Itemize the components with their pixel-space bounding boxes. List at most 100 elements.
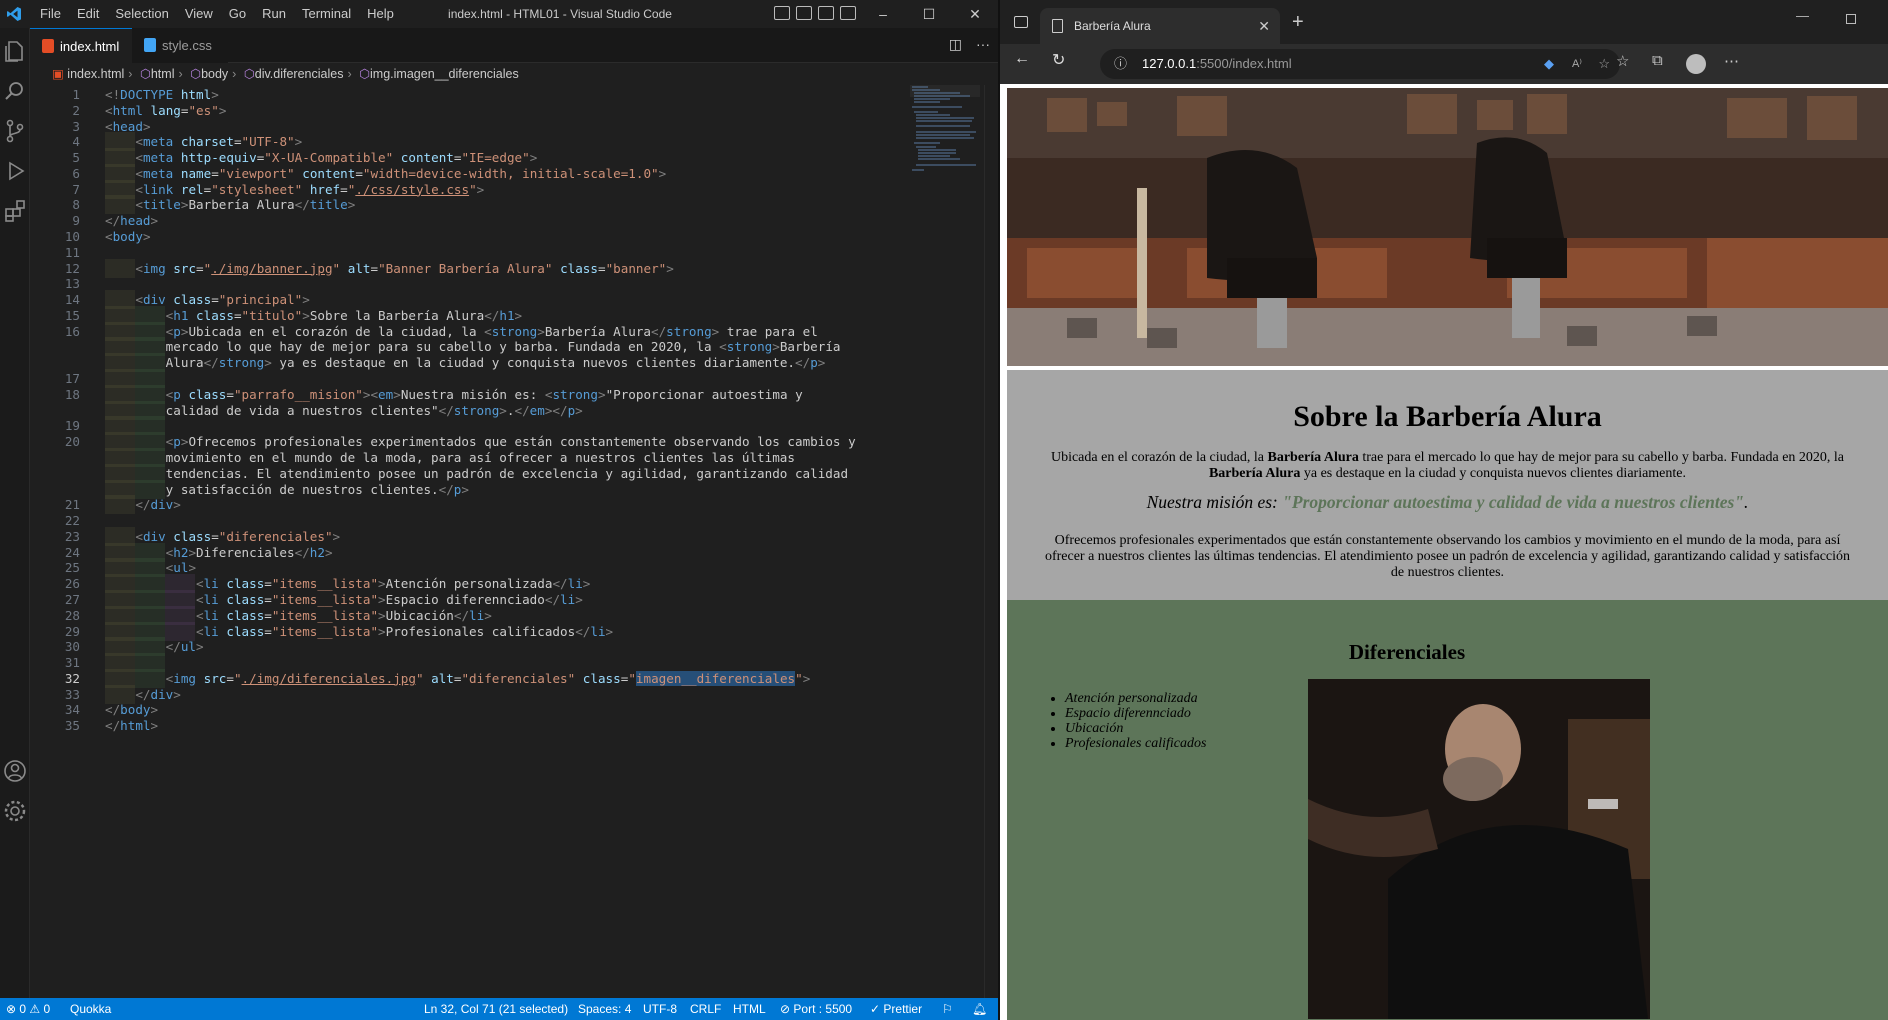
extensions-icon[interactable] [2, 198, 28, 224]
notifications-bell-icon[interactable]: 🔔︎ [972, 998, 987, 1020]
mission-paragraph: Nuestra misión es: "Proporcionar autoest… [1027, 492, 1868, 513]
breadcrumb-item[interactable]: img.imagen__diferenciales [370, 67, 519, 81]
browser-minimize-icon[interactable]: — [1796, 8, 1809, 23]
editor-scrollbar[interactable] [984, 85, 998, 1000]
list-item: Profesionales calificados [1065, 736, 1206, 751]
editor-tabs: index.html ✕ style.css ◫ ··· [30, 28, 998, 89]
diferenciales-image [1308, 679, 1650, 1019]
url-host: 127.0.0.1 [1142, 56, 1197, 71]
editor-actions: ◫ ··· [949, 36, 990, 53]
info-icon[interactable]: ⓘ [1114, 49, 1127, 79]
quokka-status[interactable]: Quokka [70, 998, 111, 1020]
activity-bar [0, 28, 30, 1000]
browser-window: Barbería Alura ✕ + — ← ↻ ⓘ 127.0.0.1:550… [1000, 0, 1888, 1020]
reload-icon[interactable]: ↻ [1052, 50, 1065, 70]
more-actions-icon[interactable]: ··· [976, 36, 990, 53]
code-text[interactable]: </html> [105, 716, 158, 735]
close-icon[interactable]: ✕ [952, 0, 998, 28]
breadcrumb-item[interactable]: body [201, 67, 228, 81]
problems-indicator[interactable]: ⊗ 0 ⚠ 0 [6, 998, 50, 1020]
code-text[interactable]: </div> [105, 495, 181, 514]
search-icon[interactable] [2, 78, 28, 104]
more-menu-icon[interactable]: ⋯ [1724, 52, 1739, 70]
breadcrumb-item[interactable]: div.diferenciales [255, 67, 344, 81]
menu-run[interactable]: Run [254, 0, 294, 28]
strong-text: Barbería Alura [1208, 466, 1301, 481]
page-icon [1052, 19, 1063, 33]
code-text[interactable]: calidad de vida a nuestros clientes"</st… [105, 401, 583, 420]
favorite-star-icon[interactable]: ☆ [1598, 49, 1610, 79]
profile-avatar[interactable] [1686, 54, 1706, 74]
close-tab-icon[interactable]: ✕ [1258, 8, 1270, 44]
list-item: Ubicación [1065, 721, 1206, 736]
read-aloud-icon[interactable]: A⁾ [1572, 49, 1582, 79]
indentation-status[interactable]: Spaces: 4 [578, 998, 631, 1020]
code-text[interactable]: Alura</strong> ya es destaque en la ciud… [105, 353, 826, 372]
menu-go[interactable]: Go [221, 0, 254, 28]
address-bar[interactable]: ⓘ 127.0.0.1:5500/index.html ◆ A⁾ ☆ [1100, 49, 1620, 79]
line-number: 20 [64, 434, 80, 450]
browser-tab[interactable]: Barbería Alura ✕ [1040, 8, 1280, 44]
code-text[interactable]: <img src="./img/banner.jpg" alt="Banner … [105, 259, 674, 278]
menu-selection[interactable]: Selection [107, 0, 176, 28]
toggle-panel-icon[interactable] [796, 6, 812, 20]
vscode-logo-icon [7, 7, 21, 21]
tab-actions-icon[interactable] [1014, 16, 1028, 28]
eol-status[interactable]: CRLF [690, 998, 721, 1020]
title-bar: File Edit Selection View Go Run Terminal… [0, 0, 998, 28]
menu-terminal[interactable]: Terminal [294, 0, 359, 28]
url-path: :5500/index.html [1196, 56, 1292, 71]
source-control-icon[interactable] [2, 118, 28, 144]
menu-help[interactable]: Help [359, 0, 402, 28]
minimize-icon[interactable]: – [860, 0, 906, 28]
code-text[interactable]: <img src="./img/diferenciales.jpg" alt="… [105, 669, 810, 688]
text-span: ya es destaque en la ciudad y conquista … [1300, 466, 1687, 481]
mission-label: Nuestra misión es: [1146, 492, 1283, 512]
browser-tab-title: Barbería Alura [1074, 19, 1151, 33]
breadcrumb-item[interactable]: index.html [67, 67, 124, 81]
html5-file-icon [42, 39, 54, 53]
customize-layout-icon[interactable] [840, 6, 856, 20]
live-server-port[interactable]: ⊘ Port : 5500 [780, 998, 852, 1020]
address-toolbar: ← ↻ ⓘ 127.0.0.1:5500/index.html ◆ A⁾ ☆ ☆… [1000, 44, 1888, 84]
split-editor-icon[interactable]: ◫ [949, 36, 962, 53]
settings-gear-icon[interactable] [2, 798, 28, 824]
vscode-window: File Edit Selection View Go Run Terminal… [0, 0, 998, 1020]
browser-maximize-icon[interactable] [1846, 14, 1856, 24]
explorer-icon[interactable] [2, 38, 28, 64]
cursor-position[interactable]: Ln 32, Col 71 (21 selected) [424, 998, 568, 1020]
text-span: Ubicada en el corazón de la ciudad, la [1050, 450, 1268, 465]
banner-image [1007, 88, 1888, 366]
collections-icon[interactable]: ⧉ [1652, 52, 1663, 69]
prettier-status[interactable]: ✓ Prettier [870, 998, 922, 1020]
account-icon[interactable] [2, 758, 28, 784]
minimap[interactable] [910, 85, 980, 175]
encoding-status[interactable]: UTF-8 [643, 998, 677, 1020]
tab-index-html[interactable]: index.html ✕ [30, 28, 132, 89]
menu-view[interactable]: View [177, 0, 221, 28]
toggle-secondary-sidebar-icon[interactable] [818, 6, 834, 20]
web-page: Sobre la Barbería Alura Ubicada en el co… [1000, 84, 1888, 1020]
favorites-icon[interactable]: ☆ [1616, 52, 1629, 70]
back-arrow-icon[interactable]: ← [1014, 50, 1030, 68]
language-mode[interactable]: HTML [733, 998, 766, 1020]
layout-controls [774, 6, 856, 20]
toggle-sidebar-icon[interactable] [774, 6, 790, 20]
menu-file[interactable]: File [32, 0, 69, 28]
page-title: Sobre la Barbería Alura [1293, 400, 1602, 433]
extension-tag-icon[interactable]: ◆ [1544, 49, 1554, 79]
status-bar: ⊗ 0 ⚠ 0 Quokka Ln 32, Col 71 (21 selecte… [0, 998, 998, 1020]
line-number: 35 [64, 718, 80, 734]
feedback-icon[interactable]: ⚐ [942, 998, 953, 1020]
breadcrumb-item[interactable]: html [151, 67, 175, 81]
run-debug-icon[interactable] [2, 158, 28, 184]
new-tab-icon[interactable]: + [1292, 12, 1304, 32]
tab-style-css[interactable]: style.css [132, 28, 228, 63]
maximize-icon[interactable]: ☐ [906, 0, 952, 28]
text-span: trae para el mercado lo que hay de mejor… [1358, 450, 1845, 465]
code-text[interactable]: <body> [105, 227, 151, 246]
symbol-icon: ⬡ [190, 67, 202, 81]
code-editor[interactable]: 1 <!DOCTYPE html> 2 <html lang="es"> 3 <head>… [30, 85, 998, 1000]
menu-edit[interactable]: Edit [69, 0, 107, 28]
html5-file-icon: ▣ [52, 67, 64, 81]
